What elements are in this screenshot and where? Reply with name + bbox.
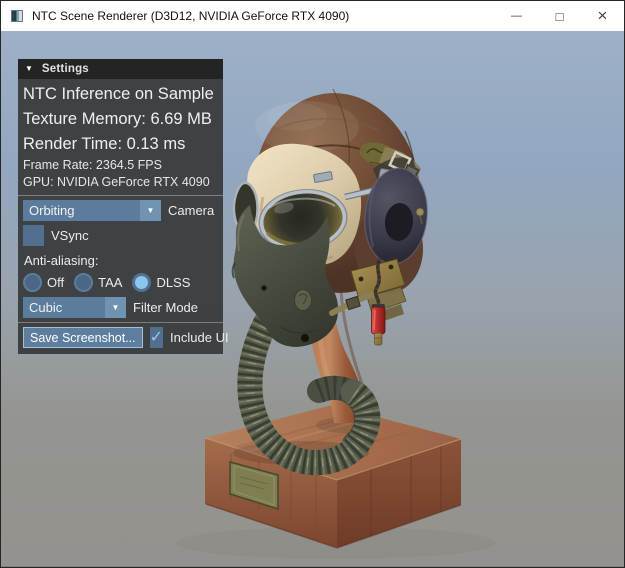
maximize-button[interactable]: □ bbox=[538, 1, 581, 31]
minimize-icon: — bbox=[511, 10, 522, 22]
vsync-checkbox[interactable]: ✓ bbox=[23, 225, 44, 246]
settings-panel-body: NTC Inference on Sample Texture Memory: … bbox=[18, 79, 223, 354]
filter-mode-value: Cubic bbox=[23, 297, 105, 318]
close-icon: × bbox=[598, 6, 608, 26]
radio-aa-taa[interactable] bbox=[74, 273, 93, 292]
filter-row: Cubic ▼ Filter Mode bbox=[23, 297, 218, 318]
camera-mode-dropdown[interactable]: Orbiting ▼ bbox=[23, 200, 161, 221]
separator bbox=[18, 195, 223, 196]
dropdown-arrow-icon: ▼ bbox=[140, 200, 161, 221]
maximize-icon: □ bbox=[556, 9, 564, 24]
app-icon bbox=[11, 10, 23, 22]
settings-panel: ▼ Settings NTC Inference on Sample Textu… bbox=[18, 59, 223, 354]
filter-mode-label: Filter Mode bbox=[133, 300, 198, 315]
caption-buttons: — □ × bbox=[495, 1, 624, 31]
radio-aa-off[interactable] bbox=[23, 273, 42, 292]
camera-row: Orbiting ▼ Camera bbox=[23, 200, 218, 221]
settings-panel-title: Settings bbox=[42, 63, 89, 75]
stat-inference-mode: NTC Inference on Sample bbox=[23, 82, 218, 107]
stat-frame-rate: Frame Rate: 2364.5 FPS bbox=[23, 157, 218, 174]
camera-label: Camera bbox=[168, 203, 214, 218]
vsync-label: VSync bbox=[51, 228, 89, 243]
collapse-caret-icon: ▼ bbox=[25, 59, 33, 79]
radio-aa-dlss[interactable] bbox=[132, 273, 151, 292]
stat-render-time: Render Time: 0.13 ms bbox=[23, 132, 218, 157]
stat-texture-memory: Texture Memory: 6.69 MB bbox=[23, 107, 218, 132]
window-title: NTC Scene Renderer (D3D12, NVIDIA GeForc… bbox=[32, 9, 349, 23]
close-button[interactable]: × bbox=[581, 1, 624, 31]
scene-viewport[interactable]: ▼ Settings NTC Inference on Sample Textu… bbox=[1, 31, 625, 566]
save-screenshot-button[interactable]: Save Screenshot... bbox=[23, 327, 143, 348]
antialiasing-label: Anti-aliasing: bbox=[24, 253, 218, 268]
dropdown-arrow-icon: ▼ bbox=[105, 297, 126, 318]
antialiasing-options: Off TAA DLSS bbox=[23, 273, 218, 292]
include-ui-checkbox[interactable]: ✓ bbox=[150, 327, 163, 348]
vsync-row: ✓ VSync bbox=[23, 225, 218, 246]
radio-aa-taa-label: TAA bbox=[98, 275, 122, 290]
app-window: NTC Scene Renderer (D3D12, NVIDIA GeForc… bbox=[0, 0, 625, 568]
screenshot-row: Save Screenshot... ✓ Include UI bbox=[23, 327, 218, 348]
camera-mode-value: Orbiting bbox=[23, 200, 140, 221]
include-ui-label: Include UI bbox=[170, 330, 229, 345]
check-icon: ✓ bbox=[150, 327, 163, 348]
separator bbox=[18, 322, 223, 323]
minimize-button[interactable]: — bbox=[495, 1, 538, 31]
radio-aa-dlss-label: DLSS bbox=[156, 275, 190, 290]
stat-gpu: GPU: NVIDIA GeForce RTX 4090 bbox=[23, 174, 218, 191]
settings-panel-header[interactable]: ▼ Settings bbox=[18, 59, 223, 79]
radio-aa-off-label: Off bbox=[47, 275, 64, 290]
filter-mode-dropdown[interactable]: Cubic ▼ bbox=[23, 297, 126, 318]
titlebar: NTC Scene Renderer (D3D12, NVIDIA GeForc… bbox=[1, 1, 624, 31]
